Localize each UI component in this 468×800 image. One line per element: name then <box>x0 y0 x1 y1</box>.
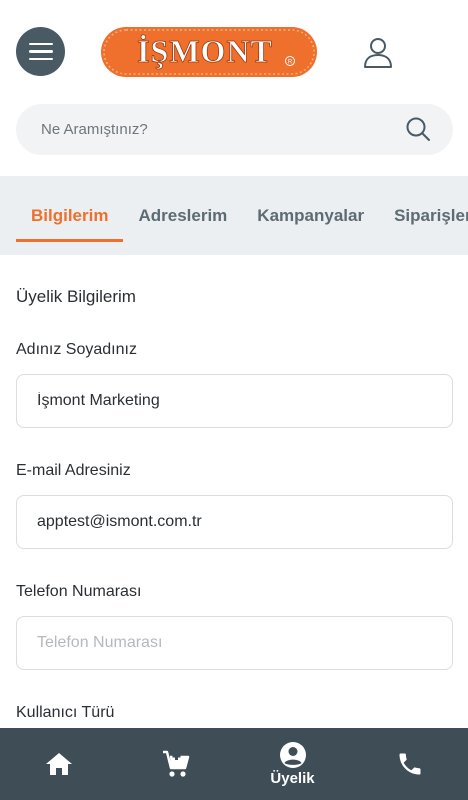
app-header: İŞMONT R <box>0 0 468 104</box>
svg-text:R: R <box>288 60 293 66</box>
phone-field-box <box>16 616 453 670</box>
nav-account[interactable]: Üyelik <box>234 728 351 800</box>
name-label: Adınız Soyadınız <box>16 341 137 358</box>
ismont-logo[interactable]: İŞMONT R <box>100 26 318 78</box>
account-circle-icon <box>279 742 306 768</box>
email-field-box <box>16 495 453 549</box>
home-icon <box>45 753 72 775</box>
profile-tabs: Bilgilerim Adreslerim Kampanyalar Sipari… <box>0 176 468 255</box>
name-input[interactable] <box>37 392 437 410</box>
user-type-label: Kullanıcı Türü <box>16 704 115 721</box>
tab-kampanyalar[interactable]: Kampanyalar <box>242 176 379 255</box>
tab-bilgilerim[interactable]: Bilgilerim <box>16 176 124 255</box>
bottom-navigation: Üyelik <box>0 728 468 800</box>
nav-phone[interactable] <box>351 728 468 800</box>
menu-bar-icon <box>28 57 53 61</box>
nav-account-label: Üyelik <box>270 770 315 787</box>
phone-label: Telefon Numarası <box>16 583 142 600</box>
menu-bar-icon <box>28 50 53 53</box>
user-profile-icon[interactable] <box>360 36 396 70</box>
search-icon[interactable] <box>405 116 431 142</box>
email-input[interactable] <box>37 513 437 531</box>
nav-home[interactable] <box>0 728 117 800</box>
tab-adreslerim[interactable]: Adreslerim <box>123 176 242 255</box>
search-input[interactable] <box>41 121 381 138</box>
menu-bar-icon <box>28 42 53 46</box>
tab-siparislerim[interactable]: Siparişlerim <box>379 176 468 255</box>
name-field-box <box>16 374 453 428</box>
section-title: Üyelik Bilgilerim <box>16 287 136 306</box>
search-bar <box>16 104 453 155</box>
email-label: E-mail Adresiniz <box>16 462 131 479</box>
phone-input[interactable] <box>37 634 437 652</box>
phone-icon <box>399 753 420 775</box>
logo-text: İŞMONT <box>137 33 273 69</box>
nav-cart[interactable] <box>117 728 234 800</box>
hamburger-menu-button[interactable] <box>16 27 65 76</box>
cart-icon <box>162 750 189 777</box>
